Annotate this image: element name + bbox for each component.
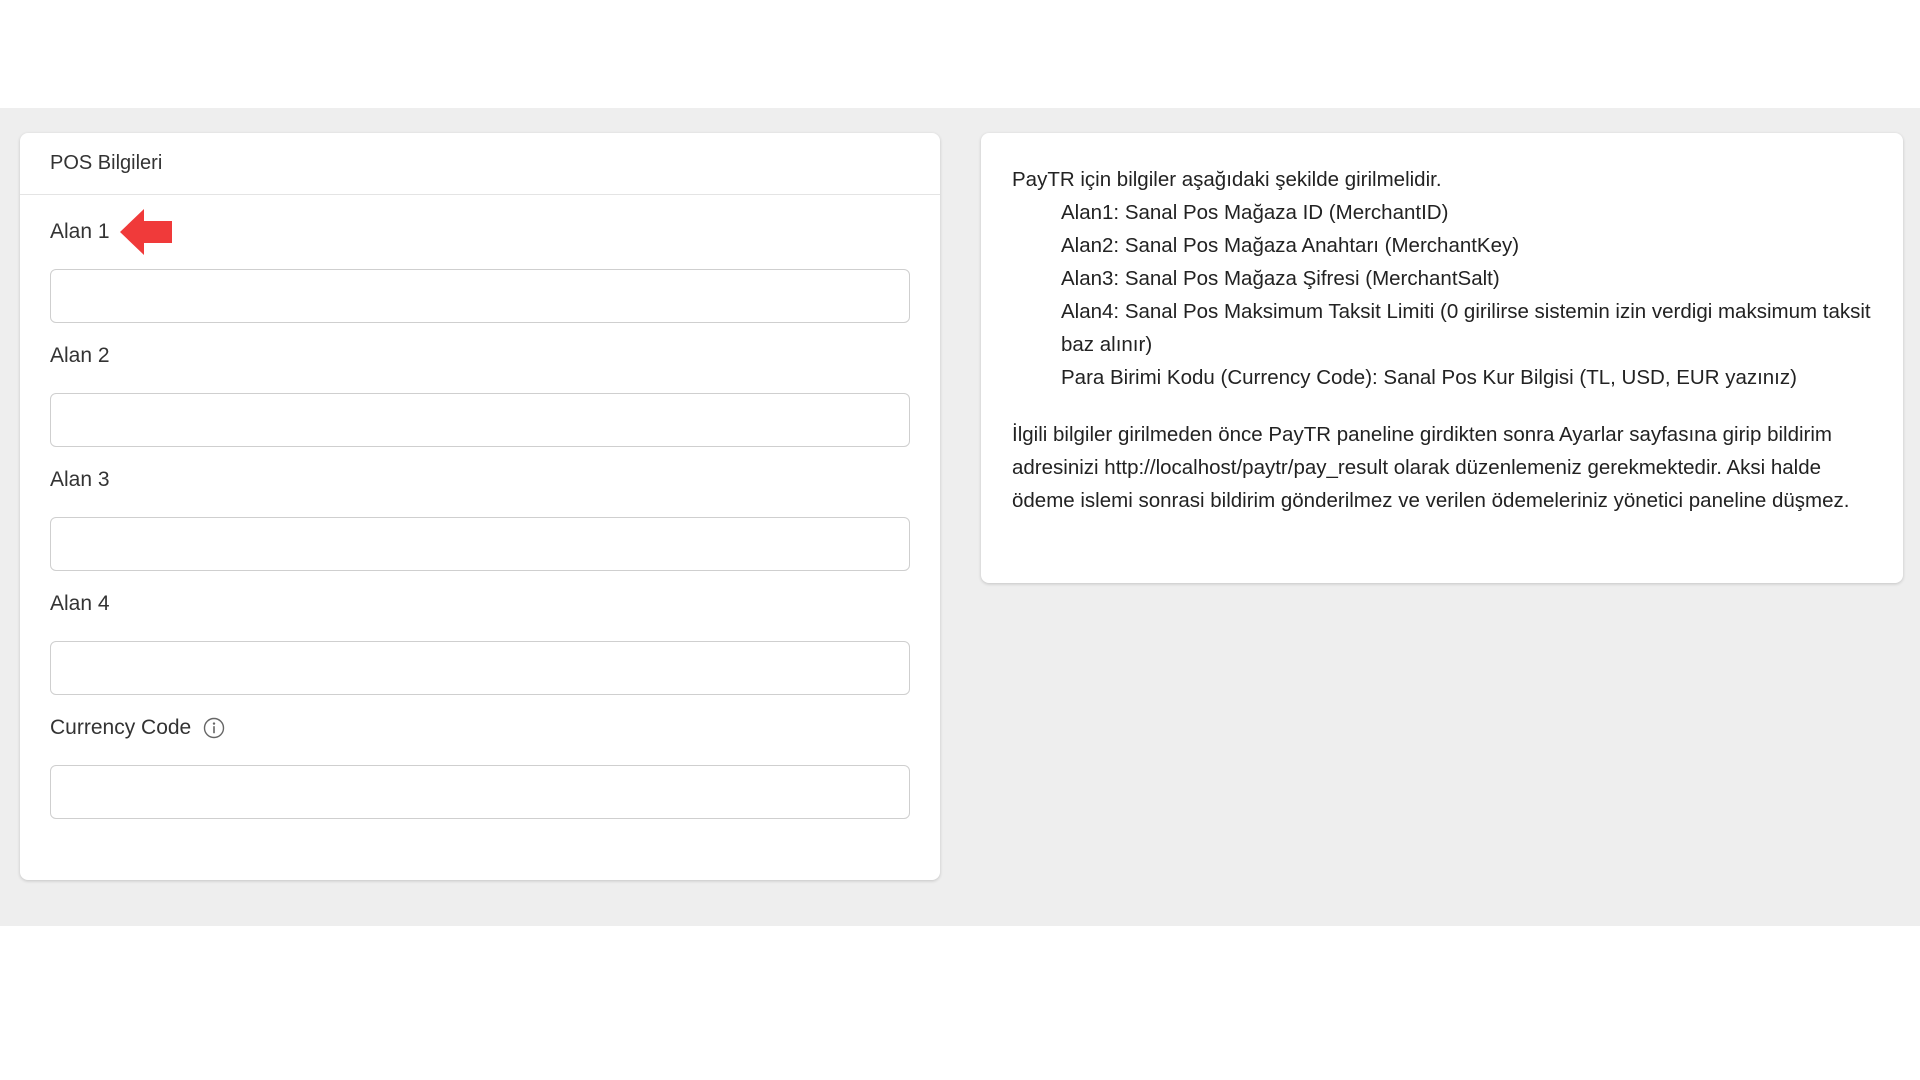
- info-line: Alan1: Sanal Pos Mağaza ID (MerchantID): [1061, 201, 1449, 224]
- info-intro: PayTR için bilgiler aşağıdaki şekilde gi…: [1012, 168, 1442, 191]
- field-alan-4: Alan 4: [50, 589, 910, 695]
- card-title: POS Bilgileri: [20, 133, 940, 195]
- currency-code-input[interactable]: [50, 765, 910, 819]
- field-label-row: Alan 1: [50, 209, 910, 255]
- alan-1-input[interactable]: [50, 269, 910, 323]
- field-alan-1: Alan 1: [50, 209, 910, 323]
- info-icon[interactable]: [203, 717, 225, 739]
- field-label: Currency Code: [50, 716, 192, 739]
- info-line: Alan4: Sanal Pos Maksimum Taksit Limiti …: [1061, 300, 1871, 356]
- field-alan-2: Alan 2: [50, 341, 910, 447]
- alan-2-input[interactable]: [50, 393, 910, 447]
- field-label: Alan 4: [50, 592, 110, 615]
- info-line: Para Birimi Kodu (Currency Code): Sanal …: [1061, 366, 1797, 389]
- info-note: İlgili bilgiler girilmeden önce PayTR pa…: [1012, 423, 1850, 512]
- field-label: Alan 3: [50, 468, 110, 491]
- paytr-info-card: PayTR için bilgiler aşağıdaki şekilde gi…: [981, 133, 1903, 583]
- field-currency-code: Currency Code: [50, 713, 910, 819]
- alan-4-input[interactable]: [50, 641, 910, 695]
- info-text: PayTR için bilgiler aşağıdaki şekilde gi…: [1012, 163, 1882, 517]
- info-line: Alan2: Sanal Pos Mağaza Anahtarı (Mercha…: [1061, 234, 1520, 257]
- field-label: Alan 2: [50, 344, 110, 367]
- left-arrow-icon: [119, 209, 172, 255]
- field-label-row: Currency Code: [50, 713, 910, 743]
- field-label: Alan 1: [50, 220, 110, 243]
- info-line: Alan3: Sanal Pos Mağaza Şifresi (Merchan…: [1061, 267, 1500, 290]
- field-alan-3: Alan 3: [50, 465, 910, 571]
- alan-3-input[interactable]: [50, 517, 910, 571]
- pos-settings-card: POS Bilgileri Alan 1 Alan 2 Alan 3 Alan …: [20, 133, 940, 880]
